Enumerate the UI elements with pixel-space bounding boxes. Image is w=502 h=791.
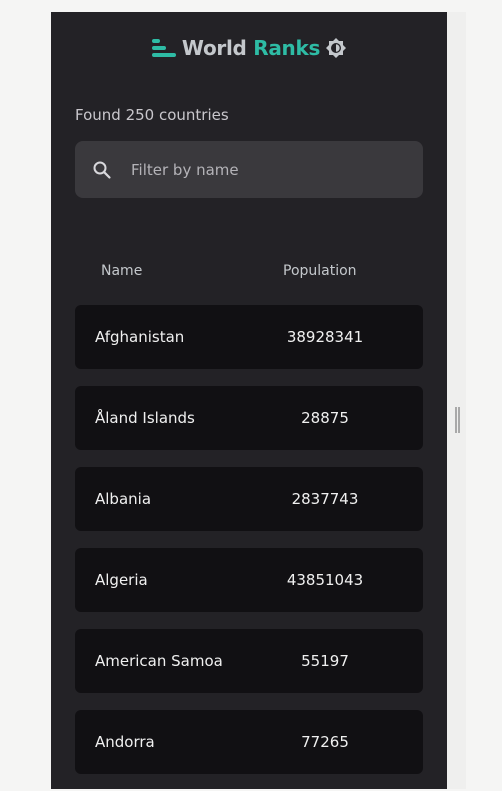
column-header-population[interactable]: Population	[283, 263, 357, 279]
country-name: Andorra	[95, 733, 155, 751]
search-box[interactable]	[75, 141, 423, 198]
search-icon	[93, 161, 111, 179]
table-row[interactable]: American Samoa 55197	[75, 629, 423, 693]
header: World Ranks	[51, 34, 447, 62]
table-row[interactable]: Algeria 43851043	[75, 548, 423, 612]
country-name: Åland Islands	[95, 409, 195, 427]
resize-handle[interactable]	[455, 407, 460, 433]
title-ranks: Ranks	[253, 36, 321, 60]
search-input[interactable]	[131, 141, 411, 198]
country-list: Afghanistan 38928341 Åland Islands 28875…	[75, 305, 423, 791]
country-population: 2837743	[291, 490, 359, 508]
app-panel: World Ranks Found 250 countries Name Pop…	[51, 12, 447, 789]
country-population: 43851043	[286, 571, 364, 589]
country-population: 77265	[301, 733, 349, 751]
brightness-icon[interactable]	[326, 38, 347, 58]
bar-list-icon	[151, 38, 176, 58]
table-row[interactable]: Andorra 77265	[75, 710, 423, 774]
table-row[interactable]: Åland Islands 28875	[75, 386, 423, 450]
table-row[interactable]: Afghanistan 38928341	[75, 305, 423, 369]
country-name: Albania	[95, 490, 152, 508]
title-world: World	[181, 36, 247, 60]
country-name: Afghanistan	[95, 328, 185, 346]
page-background-edge	[447, 12, 466, 789]
column-header-name[interactable]: Name	[101, 263, 142, 279]
country-population: 55197	[301, 652, 349, 670]
table-row[interactable]: Albania 2837743	[75, 467, 423, 531]
app-title: World Ranks	[182, 36, 320, 60]
country-name: American Samoa	[95, 652, 223, 670]
country-name: Algeria	[95, 571, 148, 589]
country-population: 38928341	[286, 328, 364, 346]
country-population: 28875	[301, 409, 349, 427]
results-count: Found 250 countries	[75, 106, 229, 124]
